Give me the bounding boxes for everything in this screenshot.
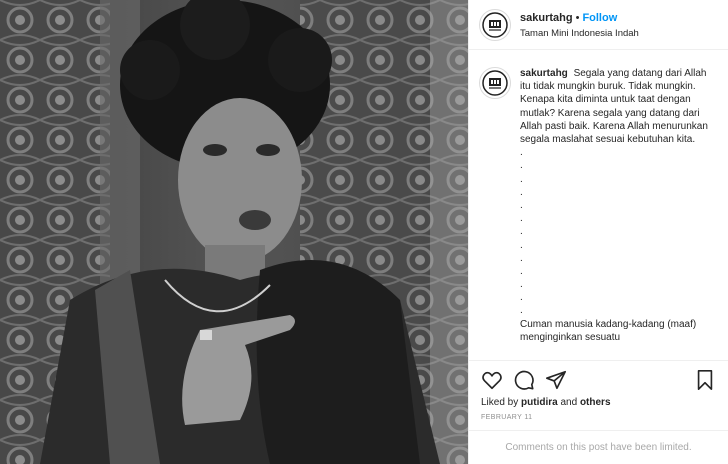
profile-logo-icon <box>482 11 508 38</box>
caption-dot: . <box>520 160 523 172</box>
follow-button[interactable]: Follow <box>582 12 617 24</box>
likes-middle: and <box>560 397 578 408</box>
post-header: sakurtahg • Follow Taman Mini Indonesia In… <box>469 0 728 50</box>
header-username[interactable]: sakurtahg <box>520 12 573 24</box>
caption-dot: . <box>520 265 523 277</box>
caption-dot: . <box>520 226 523 238</box>
caption-dot: . <box>520 186 523 198</box>
actions-bar: Liked by putidira and others FEBRUARY 11 <box>469 360 728 430</box>
heart-icon[interactable] <box>481 369 503 391</box>
caption-dot: . <box>520 147 523 159</box>
post-photo[interactable] <box>0 0 468 464</box>
caption-text: sakurtahg Segala yang datang dari Allah … <box>520 67 718 360</box>
portrait-image <box>0 0 468 464</box>
location-link[interactable]: Taman Mini Indonesia Indah <box>520 26 639 41</box>
post-date[interactable]: FEBRUARY 11 <box>481 414 716 421</box>
caption-dot: . <box>520 252 523 264</box>
caption-dots: . . . . . . . . . . . . . <box>520 146 718 317</box>
likes-prefix: Liked by <box>481 397 519 408</box>
caption-dot: . <box>520 305 523 317</box>
caption-dot: . <box>520 213 523 225</box>
caption-dot: . <box>520 239 523 251</box>
caption-dot: . <box>520 199 523 211</box>
profile-logo-icon <box>482 70 508 96</box>
caption-dot: . <box>520 279 523 291</box>
comment-icon[interactable] <box>513 369 535 391</box>
comments-limited-notice: Comments on this post have been limited. <box>469 430 728 464</box>
bookmark-icon[interactable] <box>694 369 716 391</box>
liked-by-user[interactable]: putidira <box>521 397 558 408</box>
caption-area: sakurtahg Segala yang datang dari Allah … <box>469 51 728 360</box>
share-icon[interactable] <box>545 369 567 391</box>
avatar[interactable] <box>479 8 511 41</box>
likes-summary: Liked by putidira and others <box>481 397 716 408</box>
caption-continued: Cuman manusia kadang-kadang (maaf) mengi… <box>520 318 697 343</box>
caption-dot: . <box>520 292 523 304</box>
post-side-panel: sakurtahg • Follow Taman Mini Indonesia In… <box>468 0 728 464</box>
instagram-post: sakurtahg • Follow Taman Mini Indonesia In… <box>0 0 728 464</box>
header-text: sakurtahg • Follow Taman Mini Indonesia In… <box>520 9 639 41</box>
caption-dot: . <box>520 173 523 185</box>
action-icons <box>481 361 716 399</box>
likes-others-link[interactable]: others <box>580 397 611 408</box>
caption-username[interactable]: sakurtahg <box>520 68 568 79</box>
header-separator: • <box>575 11 580 24</box>
caption-body: Segala yang datang dari Allah itu tidak … <box>520 68 708 146</box>
avatar[interactable] <box>479 67 511 99</box>
